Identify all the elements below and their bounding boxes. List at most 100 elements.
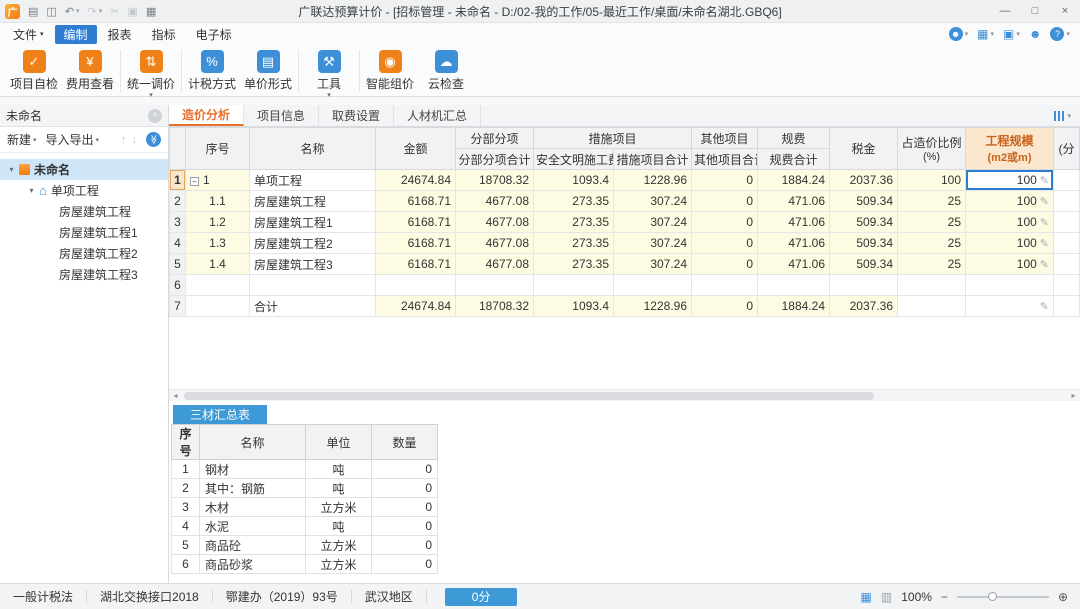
- cell-csxm[interactable]: 1228.96: [612, 295, 693, 317]
- zoom-in-icon[interactable]: ⊕: [1058, 590, 1068, 604]
- edit-pencil-icon[interactable]: ✎: [1040, 238, 1049, 250]
- materials-cell[interactable]: 0: [371, 478, 438, 498]
- unit-price-form-button[interactable]: ▤单价形式▾: [240, 49, 296, 100]
- cell-qtxm[interactable]: 0: [691, 232, 759, 254]
- materials-cell[interactable]: 木材: [199, 497, 306, 517]
- cell-qtxm[interactable]: 0: [691, 295, 759, 317]
- redo-icon[interactable]: ↷: [88, 5, 97, 18]
- cell-ratio[interactable]: 25: [897, 190, 967, 212]
- cell-last[interactable]: [1053, 169, 1080, 191]
- cell-qtxm[interactable]: 0: [691, 211, 759, 233]
- cell-gf[interactable]: 471.06: [757, 253, 831, 275]
- cell-sj[interactable]: 2037.36: [829, 169, 899, 191]
- main-tab[interactable]: 项目信息: [244, 105, 320, 126]
- project-self-check-button[interactable]: ✓项目自检▾: [6, 49, 62, 100]
- cell-gf[interactable]: 1884.24: [757, 169, 831, 191]
- materials-cell[interactable]: 水泥: [199, 516, 306, 536]
- tree-item[interactable]: 房屋建筑工程2: [0, 243, 168, 264]
- materials-cell[interactable]: 4: [171, 516, 200, 536]
- cell-scale[interactable]: 100 ✎: [965, 190, 1055, 212]
- cell-csxm[interactable]: 307.24: [612, 190, 693, 212]
- move-down-icon[interactable]: ↓: [132, 134, 138, 146]
- materials-cell[interactable]: 1: [171, 459, 200, 479]
- cell-fbfx[interactable]: 18708.32: [455, 169, 534, 191]
- main-tab[interactable]: 人材机汇总: [394, 105, 482, 126]
- cell-csxm[interactable]: 307.24: [612, 211, 693, 233]
- materials-cell[interactable]: 立方米: [305, 554, 372, 574]
- paste-icon[interactable]: ▦: [146, 5, 156, 18]
- cell-amount[interactable]: 6168.71: [375, 253, 456, 275]
- cell-qtxm[interactable]: 0: [691, 253, 759, 275]
- cell-amount[interactable]: 6168.71: [375, 190, 456, 212]
- cell-qtxm[interactable]: 0: [691, 190, 759, 212]
- undo-icon[interactable]: ↶: [65, 5, 74, 18]
- cell-name[interactable]: 房屋建筑工程2: [249, 232, 376, 254]
- materials-cell[interactable]: 0: [371, 535, 438, 555]
- cell-fbfx[interactable]: 4677.08: [455, 253, 534, 275]
- cell-idx[interactable]: 7: [169, 295, 186, 317]
- tree-item[interactable]: ▾ 未命名: [0, 159, 168, 180]
- cell-aqwm[interactable]: [533, 274, 614, 296]
- layout-grid-icon[interactable]: ▦: [861, 590, 872, 604]
- cell-fbfx[interactable]: 4677.08: [455, 190, 534, 212]
- minimize-button[interactable]: —: [990, 0, 1020, 22]
- cell-sj[interactable]: [829, 274, 899, 296]
- cell-scale[interactable]: [965, 274, 1055, 296]
- main-tab[interactable]: 造价分析: [169, 105, 245, 126]
- materials-cell[interactable]: 0: [371, 459, 438, 479]
- materials-cell[interactable]: 其中：钢筋: [199, 478, 306, 498]
- cell-last[interactable]: [1053, 211, 1080, 233]
- user-icon[interactable]: ☻: [1029, 27, 1042, 41]
- edit-pencil-icon[interactable]: ✎: [1040, 196, 1049, 208]
- cell-name[interactable]: [249, 274, 376, 296]
- tree-item[interactable]: 房屋建筑工程1: [0, 222, 168, 243]
- account-icon[interactable]: ☻ ▾: [948, 27, 968, 41]
- menu-item[interactable]: 报表: [99, 25, 141, 44]
- main-tab[interactable]: 取费设置: [319, 105, 395, 126]
- materials-cell[interactable]: 3: [171, 497, 200, 517]
- materials-cell[interactable]: 商品砼: [199, 535, 306, 555]
- cell-aqwm[interactable]: 273.35: [533, 253, 614, 275]
- cell-seq[interactable]: 1.1: [185, 190, 250, 212]
- save-icon[interactable]: ◫: [46, 5, 56, 18]
- menu-item[interactable]: 编制: [54, 24, 97, 44]
- cell-fbfx[interactable]: 4677.08: [455, 232, 534, 254]
- new-button[interactable]: 新建 ▾: [7, 131, 37, 148]
- view-columns-button[interactable]: ▾: [1054, 105, 1080, 126]
- cell-idx[interactable]: 1: [169, 169, 186, 191]
- cell-aqwm[interactable]: 273.35: [533, 190, 614, 212]
- cell-aqwm[interactable]: 1093.4: [533, 169, 614, 191]
- copy-icon[interactable]: ▣: [128, 5, 138, 18]
- score-button[interactable]: 0分: [444, 587, 518, 606]
- zoom-knob[interactable]: [988, 591, 998, 601]
- cell-csxm[interactable]: [612, 274, 693, 296]
- zoom-slider[interactable]: [956, 591, 1049, 601]
- collapse-sidebar-icon[interactable]: ^: [148, 108, 162, 123]
- cell-aqwm[interactable]: 1093.4: [533, 295, 614, 317]
- edit-pencil-icon[interactable]: ✎: [1040, 301, 1049, 313]
- tree-item[interactable]: 房屋建筑工程3: [0, 264, 168, 285]
- cell-ratio[interactable]: [897, 274, 967, 296]
- cell-fbfx[interactable]: [455, 274, 534, 296]
- scrollbar-thumb[interactable]: [184, 391, 875, 400]
- menu-item[interactable]: 文件 ▾: [4, 25, 53, 44]
- collapse-row-icon[interactable]: −: [190, 177, 199, 186]
- layout-columns-icon[interactable]: ▥: [881, 590, 892, 604]
- materials-cell[interactable]: 2: [171, 478, 200, 498]
- zoom-out-icon[interactable]: −: [941, 590, 948, 604]
- cell-qtxm[interactable]: [691, 274, 759, 296]
- menu-item[interactable]: 电子标: [187, 25, 241, 44]
- cell-csxm[interactable]: 1228.96: [612, 169, 693, 191]
- cell-sj[interactable]: 509.34: [829, 190, 899, 212]
- cell-gf[interactable]: 471.06: [757, 190, 831, 212]
- edit-pencil-icon[interactable]: ✎: [1040, 175, 1049, 187]
- tree-item[interactable]: 房屋建筑工程: [0, 201, 168, 222]
- apps-grid-icon[interactable]: ▦ ▾: [977, 27, 994, 41]
- cell-amount[interactable]: 24674.84: [375, 295, 456, 317]
- menu-item[interactable]: 指标: [143, 25, 185, 44]
- cell-name[interactable]: 房屋建筑工程: [249, 190, 376, 212]
- smart-pricing-button[interactable]: ◉智能组价▾: [362, 49, 418, 100]
- edit-pencil-icon[interactable]: ✎: [1040, 259, 1049, 271]
- cell-amount[interactable]: 6168.71: [375, 232, 456, 254]
- cell-last[interactable]: [1053, 295, 1080, 317]
